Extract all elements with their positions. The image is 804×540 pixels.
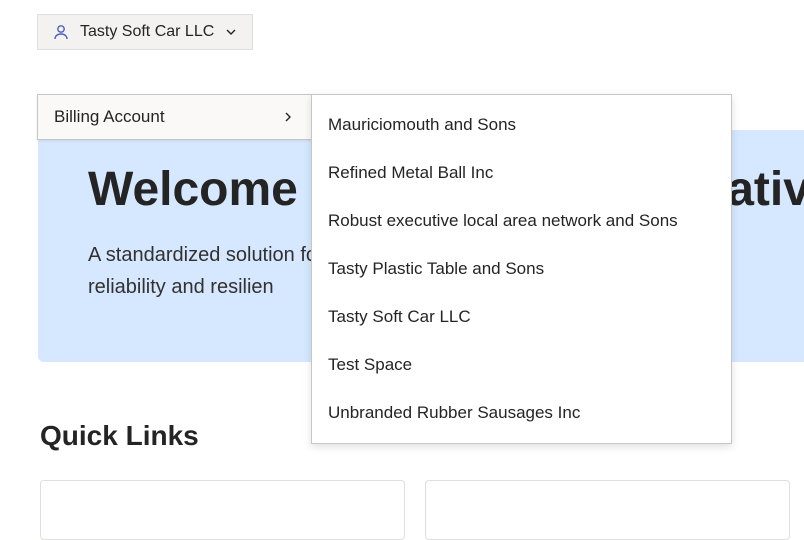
account-option[interactable]: Mauriciomouth and Sons	[312, 101, 731, 149]
dropdown-item-billing-account[interactable]: Billing Account	[38, 95, 311, 139]
hero-subtitle-line2: reliability and resilien	[88, 276, 274, 298]
quick-link-card[interactable]	[425, 480, 790, 540]
dropdown-item-label: Billing Account	[54, 107, 165, 127]
quick-links-heading: Quick Links	[40, 420, 199, 452]
person-icon	[52, 23, 70, 41]
quick-links-cards	[40, 480, 804, 540]
chevron-down-icon	[224, 25, 238, 39]
account-option[interactable]: Tasty Plastic Table and Sons	[312, 245, 731, 293]
dropdown-primary: Billing Account	[37, 94, 312, 140]
account-option[interactable]: Unbranded Rubber Sausages Inc	[312, 389, 731, 437]
account-option[interactable]: Robust executive local area network and …	[312, 197, 731, 245]
account-option[interactable]: Refined Metal Ball Inc	[312, 149, 731, 197]
account-option[interactable]: Tasty Soft Car LLC	[312, 293, 731, 341]
quick-link-card[interactable]	[40, 480, 405, 540]
dropdown-secondary: Mauriciomouth and Sons Refined Metal Bal…	[311, 94, 732, 444]
chevron-right-icon	[281, 110, 295, 124]
account-selector-button[interactable]: Tasty Soft Car LLC	[37, 14, 253, 50]
account-option[interactable]: Test Space	[312, 341, 731, 389]
account-selector-label: Tasty Soft Car LLC	[80, 23, 214, 41]
